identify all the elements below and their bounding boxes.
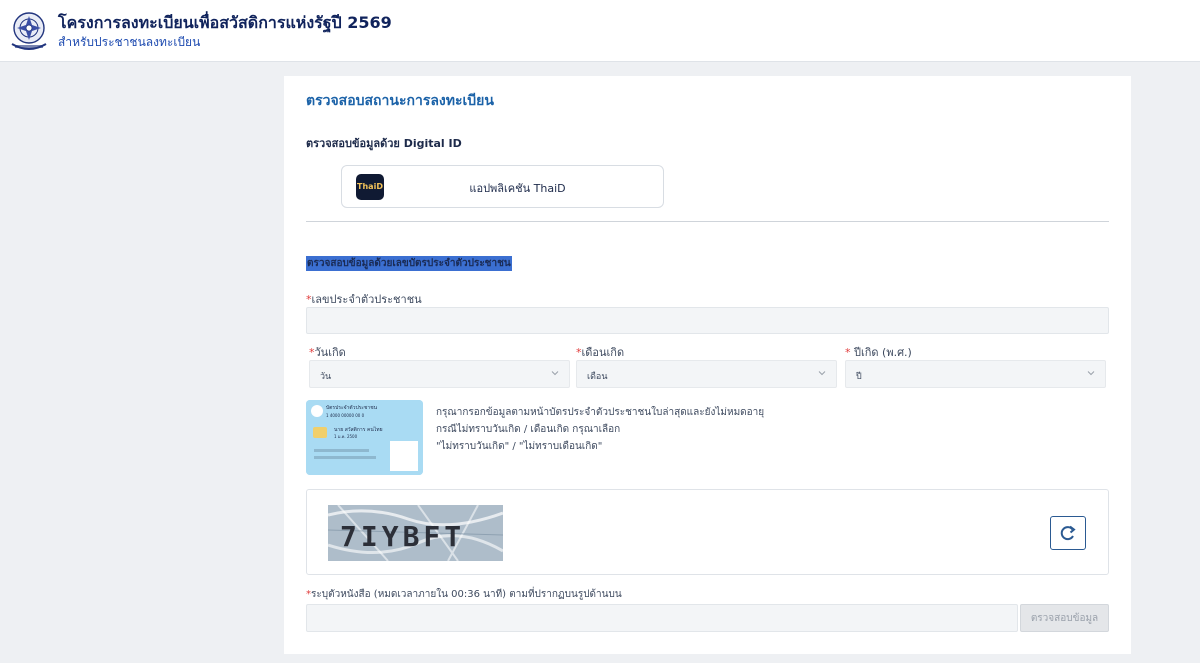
birth-year-label-text: ปีเกิด (พ.ศ.) [850,346,912,359]
check-info-button[interactable]: ตรวจสอบข้อมูล [1020,604,1109,632]
id-card-date: 1 ม.ค. 2500 [334,434,358,439]
birth-day-label-text: วันเกิด [314,346,346,359]
captcha-refresh-button[interactable] [1050,516,1086,550]
captcha-panel: 7IYBFT [306,489,1109,575]
id-number-input[interactable] [306,307,1109,334]
birth-day-select[interactable]: วัน [309,360,570,388]
thaid-app-button[interactable]: ThaiD แอปพลิเคชัน ThaiD [341,165,664,208]
government-seal-icon [11,12,47,50]
birth-year-label: * ปีเกิด (พ.ศ.) [845,343,912,361]
birth-month-value: เดือน [587,372,608,382]
registration-check-card: ตรวจสอบสถานะการลงทะเบียน ตรวจสอบข้อมูลด้… [284,76,1131,654]
hint-line-2: กรณีไม่ทราบวันเกิด / เดือนเกิด กรุณาเลือ… [436,424,621,435]
section-divider [306,221,1109,222]
id-card-hint: กรุณากรอกข้อมูลตามหน้าบัตรประจำตัวประชาช… [436,404,764,455]
captcha-text: 7IYBFT [340,520,465,553]
digital-id-section-label: ตรวจสอบข้อมูลด้วย Digital ID [306,137,462,150]
id-card-name: นาย สวัสดิการ คนไทย [334,426,383,433]
chevron-down-icon [1087,371,1095,376]
captcha-input-label-text: ระบุตัวหนังสือ (หมดเวลาภายใน 00:36 นาที)… [311,589,622,600]
app-subtitle: สำหรับประชาชนลงทะเบียน [58,35,201,49]
birth-day-label: *วันเกิด [309,343,346,361]
captcha-input-label: *ระบุตัวหนังสือ (หมดเวลาภายใน 00:36 นาที… [306,587,622,602]
id-card-illustration: บัตรประจำตัวประชาชน 1 4000 00000 00 0 นา… [306,400,423,475]
birth-month-label-text: เดือนเกิด [581,346,625,359]
id-card-graphic: บัตรประจำตัวประชาชน 1 4000 00000 00 0 นา… [306,400,423,475]
page-title: ตรวจสอบสถานะการลงทะเบียน [306,93,494,109]
birth-month-select[interactable]: เดือน [576,360,837,388]
birth-month-label: *เดือนเกิด [576,343,624,361]
refresh-icon [1060,525,1076,541]
captcha-image: 7IYBFT [328,505,503,561]
top-header: โครงการลงทะเบียนเพื่อสวัสดิการแห่งรัฐปี … [0,0,1200,62]
birth-day-value: วัน [320,372,332,382]
chevron-down-icon [551,371,559,376]
captcha-input[interactable] [306,604,1018,632]
chevron-down-icon [818,371,826,376]
id-card-title: บัตรประจำตัวประชาชน [326,405,378,411]
id-section-label: ตรวจสอบข้อมูลด้วยเลขบัตรประจำตัวประชาชน [306,256,512,271]
birth-year-value: ปี [856,372,862,382]
hint-line-3: "ไม่ทราบวันเกิด" / "ไม่ทราบเดือนเกิด" [436,441,603,452]
id-number-label: *เลขประจำตัวประชาชน [306,290,422,308]
hint-line-1: กรุณากรอกข้อมูลตามหน้าบัตรประจำตัวประชาช… [436,407,765,418]
id-number-label-text: เลขประจำตัวประชาชน [311,293,422,306]
thaid-button-label: แอปพลิเคชัน ThaiD [469,182,566,195]
birth-year-select[interactable]: ปี [845,360,1106,388]
id-card-number: 1 4000 00000 00 0 [326,413,365,418]
